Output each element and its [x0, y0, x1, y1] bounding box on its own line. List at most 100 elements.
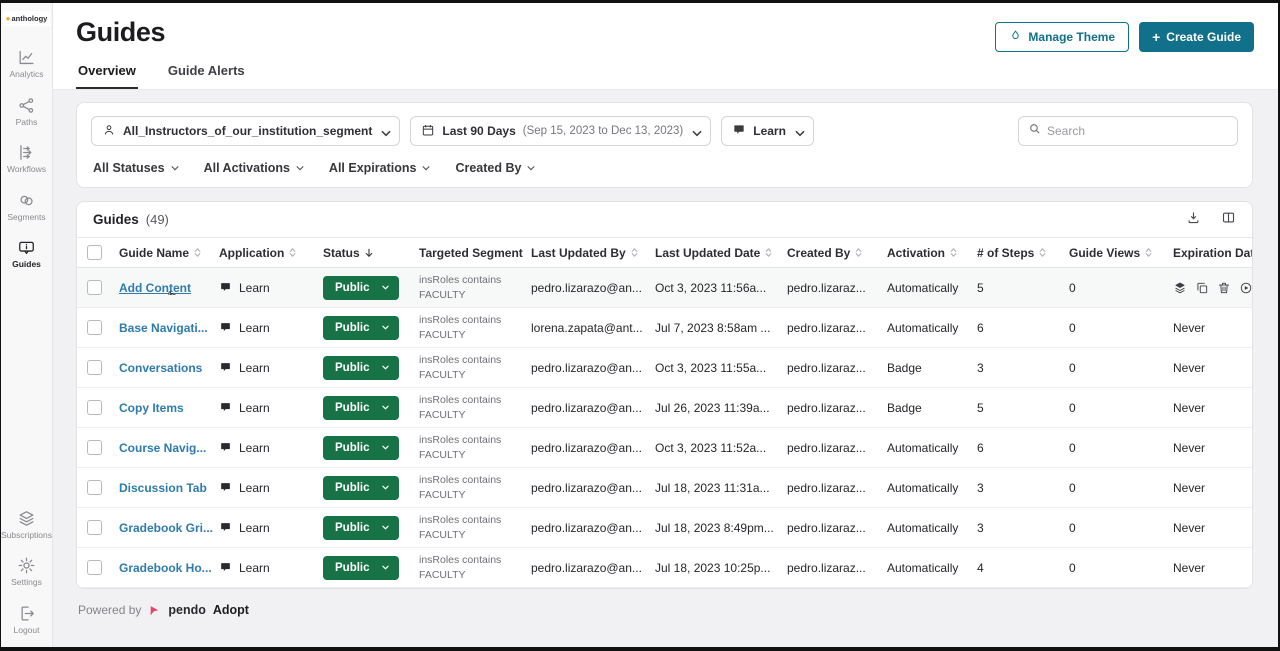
column-header--of-steps[interactable]: # of Steps [977, 246, 1069, 260]
row-checkbox[interactable] [87, 320, 102, 335]
last-updated-by-cell: pedro.lizarazo@an... [531, 281, 655, 295]
application-name: Learn [239, 521, 270, 535]
play-icon[interactable] [1239, 281, 1252, 295]
activation-cell: Badge [887, 401, 977, 415]
status-label: Public [335, 362, 370, 374]
tab-guide-alerts[interactable]: Guide Alerts [166, 57, 247, 89]
last-updated-by-cell: lorena.zapata@ant... [531, 321, 655, 335]
steps-cell: 3 [977, 361, 1069, 375]
guide-name-link[interactable]: Gradebook Ho... [119, 561, 212, 575]
logout-icon [17, 604, 36, 623]
create-guide-button[interactable]: + Create Guide [1139, 22, 1254, 52]
guide-name-link[interactable]: Course Navig... [119, 441, 206, 455]
filter-created-by[interactable]: Created By [455, 161, 536, 175]
date-range-dropdown[interactable]: Last 90 Days (Sep 15, 2023 to Dec 13, 20… [410, 116, 711, 146]
status-cell: Public [323, 276, 419, 300]
filter-label: Created By [455, 161, 521, 175]
select-all-checkbox[interactable] [87, 245, 102, 260]
pendo-brand-text: pendo [168, 603, 206, 617]
app-icon [219, 281, 232, 294]
content-area: All_Instructors_of_our_institution_segme… [53, 90, 1278, 647]
status-dropdown-badge[interactable]: Public [323, 476, 399, 500]
guide-name-link[interactable]: Add Content [119, 281, 191, 295]
filter-row-primary: All_Instructors_of_our_institution_segme… [91, 116, 1238, 146]
targeted-segment-cell: insRoles containsFACULTY [419, 353, 531, 382]
sidebar-item-paths[interactable]: Paths [1, 88, 52, 136]
app-icon [219, 521, 232, 534]
guide-name-link[interactable]: Base Navigati... [119, 321, 208, 335]
status-dropdown-badge[interactable]: Public [323, 356, 399, 380]
status-dropdown-badge[interactable]: Public [323, 396, 399, 420]
column-header-label: Last Updated By [531, 246, 626, 260]
column-header-created-by[interactable]: Created By [787, 246, 887, 260]
guide-name-link[interactable]: Copy Items [119, 401, 184, 415]
filter-all-activations[interactable]: All Activations [204, 161, 305, 175]
expiration-cell: Never [1173, 481, 1252, 495]
guide-name-link[interactable]: Gradebook Gri... [119, 521, 213, 535]
status-dropdown-badge[interactable]: Public [323, 516, 399, 540]
stack-icon[interactable] [1173, 281, 1187, 295]
sidebar-item-workflows[interactable]: Workflows [1, 135, 52, 183]
sidebar-item-segments[interactable]: Segments [1, 183, 52, 231]
columns-icon[interactable] [1221, 210, 1236, 230]
app-icon [219, 321, 232, 334]
row-checkbox[interactable] [87, 400, 102, 415]
created-by-cell: pedro.lizaraz... [787, 401, 887, 415]
sidebar-item-logout[interactable]: Logout [1, 596, 52, 644]
search-input[interactable] [1047, 124, 1228, 138]
column-header-guide-name[interactable]: Guide Name [119, 246, 219, 260]
row-checkbox[interactable] [87, 560, 102, 575]
segment-rule-line2: FACULTY [419, 288, 523, 303]
segment-dropdown[interactable]: All_Instructors_of_our_institution_segme… [91, 116, 400, 146]
tab-overview[interactable]: Overview [76, 57, 138, 89]
chevron-down-icon [295, 163, 305, 173]
status-label: Public [335, 322, 370, 334]
row-checkbox[interactable] [87, 360, 102, 375]
segment-rule-line1: insRoles contains [419, 433, 523, 448]
activation-cell: Automatically [887, 281, 977, 295]
created-by-cell: pedro.lizaraz... [787, 281, 887, 295]
row-checkbox-cell [87, 440, 119, 455]
column-header-last-updated-by[interactable]: Last Updated By [531, 246, 655, 260]
row-checkbox[interactable] [87, 440, 102, 455]
application-cell: Learn [219, 561, 323, 575]
filter-all-expirations[interactable]: All Expirations [329, 161, 432, 175]
chevron-down-icon [421, 163, 431, 173]
status-dropdown-badge[interactable]: Public [323, 556, 399, 580]
column-header-application[interactable]: Application [219, 246, 323, 260]
segment-rule-line2: FACULTY [419, 568, 523, 583]
download-icon[interactable] [1186, 210, 1201, 230]
sidebar-item-guides[interactable]: Guides [1, 230, 52, 278]
guide-views-cell: 0 [1069, 321, 1173, 335]
page-title: Guides [76, 17, 165, 48]
column-header-status[interactable]: Status [323, 246, 419, 260]
row-checkbox[interactable] [87, 520, 102, 535]
status-dropdown-badge[interactable]: Public [323, 436, 399, 460]
guide-name-link[interactable]: Conversations [119, 361, 202, 375]
tab-bar: Overview Guide Alerts [76, 57, 1254, 89]
copy-icon[interactable] [1195, 281, 1209, 295]
column-header-expiration-date-t: Expiration Date / T [1173, 246, 1252, 260]
trash-icon[interactable] [1217, 281, 1231, 295]
status-label: Public [335, 442, 370, 454]
column-header-last-updated-date[interactable]: Last Updated Date [655, 246, 787, 260]
application-dropdown[interactable]: Learn [721, 116, 814, 146]
manage-theme-button[interactable]: Manage Theme [995, 22, 1129, 52]
row-checkbox[interactable] [87, 280, 102, 295]
guide-name-link[interactable]: Discussion Tab [119, 481, 207, 495]
sidebar-item-label: Settings [11, 578, 42, 587]
row-checkbox[interactable] [87, 480, 102, 495]
status-dropdown-badge[interactable]: Public [323, 276, 399, 300]
sidebar-item-settings[interactable]: Settings [1, 548, 52, 596]
sort-carets-icon [629, 247, 640, 258]
status-dropdown-badge[interactable]: Public [323, 316, 399, 340]
sidebar-item-analytics[interactable]: Analytics [1, 40, 52, 88]
column-header-activation[interactable]: Activation [887, 246, 977, 260]
date-range-sub: (Sep 15, 2023 to Dec 13, 2023) [523, 125, 683, 137]
activation-cell: Automatically [887, 481, 977, 495]
column-header-guide-views[interactable]: Guide Views [1069, 246, 1173, 260]
guide-views-cell: 0 [1069, 441, 1173, 455]
filter-all-statuses[interactable]: All Statuses [93, 161, 180, 175]
status-cell: Public [323, 516, 419, 540]
sidebar-item-subscriptions[interactable]: Subscriptions [1, 501, 52, 549]
